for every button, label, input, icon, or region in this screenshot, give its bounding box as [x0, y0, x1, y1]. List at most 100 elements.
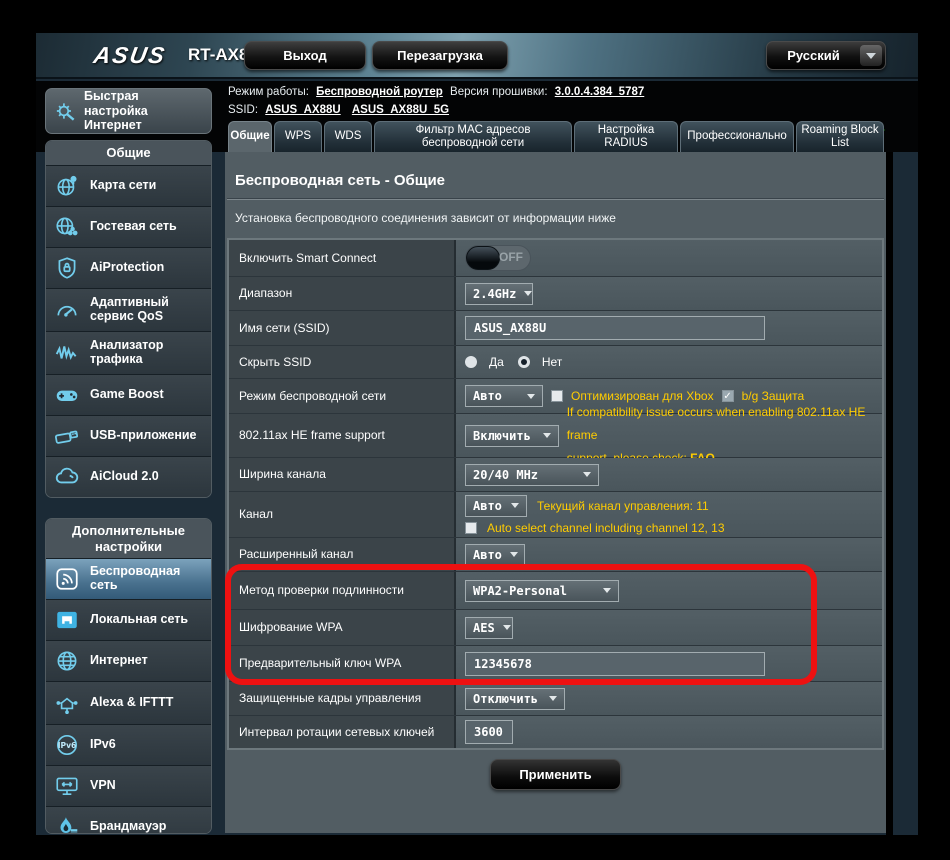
sidebar-item-usb-application[interactable]: USB-приложение — [46, 415, 211, 456]
sidebar-item-ipv6[interactable]: IPv6 IPv6 — [46, 724, 211, 765]
hide-ssid-no-radio[interactable] — [518, 356, 530, 368]
row-label: Имя сети (SSID) — [229, 311, 456, 345]
selected-value: Авто — [473, 389, 502, 403]
page-subtitle: Установка беспроводного соединения завис… — [235, 211, 876, 225]
auth-method-select[interactable]: WPA2-Personal — [465, 580, 619, 602]
tab-wds[interactable]: WDS — [324, 121, 372, 152]
auto-select-channel-checkbox[interactable] — [465, 522, 477, 534]
language-selector[interactable]: Русский — [766, 41, 886, 70]
tab-bar: Общие WPS WDS Фильтр MAC адресов беспров… — [228, 121, 884, 152]
guest-network-icon — [52, 214, 82, 240]
sidebar-item-vpn[interactable]: VPN — [46, 765, 211, 806]
sidebar-item-wan[interactable]: Интернет — [46, 640, 211, 681]
row-label: Метод проверки подлинности — [229, 572, 456, 609]
sidebar-item-label: Анализатор трафика — [90, 339, 205, 367]
quick-setup-label: Быстрая настройка Интернет — [84, 89, 205, 132]
ssid-label: SSID: — [228, 104, 258, 116]
reboot-button[interactable]: Перезагрузка — [372, 41, 508, 70]
sidebar-item-label: Беспроводная сеть — [90, 565, 205, 593]
logout-button[interactable]: Выход — [244, 41, 366, 70]
he-frame-select[interactable]: Включить — [465, 425, 559, 447]
table-row-channel: Канал Авто Текущий канал управления: 11 … — [229, 492, 882, 538]
dropdown-arrow-icon — [549, 696, 557, 701]
firmware-version-link[interactable]: 3.0.0.4.384_5787 — [555, 86, 645, 98]
auto-select-channel-label: Auto select channel including channel 12… — [487, 521, 725, 535]
sidebar-item-aicloud[interactable]: AiCloud 2.0 — [46, 456, 211, 497]
wireless-mode-select[interactable]: Авто — [465, 385, 543, 407]
wpa-encryption-select[interactable]: AES — [465, 617, 513, 639]
smart-connect-toggle[interactable]: OFF — [465, 245, 531, 271]
tab-mac-filter[interactable]: Фильтр MAC адресов беспроводной сети — [374, 121, 572, 152]
selected-value: 20/40 MHz — [473, 468, 538, 482]
wireless-general-page: Беспроводная сеть - Общие Установка бесп… — [225, 152, 886, 833]
row-label: Канал — [229, 492, 456, 537]
sidebar-item-label: Интернет — [90, 654, 148, 668]
table-row-wpa-encryption: Шифрование WPA AES — [229, 610, 882, 646]
tab-wps[interactable]: WPS — [274, 121, 322, 152]
sidebar-item-alexa-ifttt[interactable]: Alexa & IFTTT — [46, 681, 211, 724]
sidebar-item-label: AiProtection — [90, 261, 164, 275]
selected-value: Включить — [473, 429, 531, 443]
tab-roaming-block-list[interactable]: Roaming Block List — [796, 121, 884, 152]
sidebar-item-game-boost[interactable]: Game Boost — [46, 374, 211, 415]
page-title: Беспроводная сеть - Общие — [235, 172, 876, 189]
note-line-1: If compatibility issue occurs when enabl… — [567, 405, 866, 442]
toggle-knob — [466, 246, 500, 270]
gear-wrench-icon — [52, 98, 78, 124]
sidebar-item-wireless[interactable]: Беспроводная сеть — [46, 558, 211, 599]
ssid-24g-link[interactable]: ASUS_AX88U — [265, 104, 340, 116]
sidebar-item-qos[interactable]: Адаптивный сервис QoS — [46, 288, 211, 331]
hide-ssid-yes-radio[interactable] — [465, 356, 477, 368]
ssid-line: SSID: ASUS_AX88U ASUS_AX88U_5G — [228, 104, 453, 116]
extension-channel-select[interactable]: Авто — [465, 544, 525, 566]
selected-value: AES — [473, 621, 495, 635]
ipv6-icon: IPv6 — [52, 732, 82, 758]
sidebar-item-lan[interactable]: Локальная сеть — [46, 599, 211, 640]
channel-width-select[interactable]: 20/40 MHz — [465, 464, 599, 486]
dropdown-arrow-icon — [511, 503, 519, 508]
quick-internet-setup-button[interactable]: Быстрая настройка Интернет — [45, 88, 212, 134]
band-select[interactable]: 2.4GHz — [465, 283, 533, 305]
table-row-smart-connect: Включить Smart Connect OFF — [229, 240, 882, 277]
tab-professional[interactable]: Профессионально — [680, 121, 794, 152]
dropdown-arrow-icon — [510, 552, 518, 557]
selected-value: Отключить — [473, 692, 538, 706]
sidebar-item-guest-network[interactable]: Гостевая сеть — [46, 206, 211, 247]
content-edge-shadow — [886, 152, 893, 835]
sidebar-item-traffic-analyzer[interactable]: Анализатор трафика — [46, 331, 211, 374]
table-row-hide-ssid: Скрыть SSID Да Нет — [229, 346, 882, 379]
sidebar-item-network-map[interactable]: Карта сети — [46, 165, 211, 206]
table-row-channel-width: Ширина канала 20/40 MHz — [229, 458, 882, 492]
sidebar-item-label: Alexa & IFTTT — [90, 696, 173, 710]
table-row-pmf: Защищенные кадры управления Отключить — [229, 682, 882, 716]
xbox-optimized-checkbox[interactable] — [551, 390, 563, 402]
mode-firmware-line: Режим работы: Беспроводной роутер Версия… — [228, 86, 648, 98]
apply-button[interactable]: Применить — [490, 759, 620, 790]
dropdown-arrow-icon — [583, 472, 591, 477]
wpa-key-input[interactable] — [465, 652, 765, 676]
globe-icon — [52, 648, 82, 674]
rekey-interval-input[interactable] — [465, 720, 513, 744]
pmf-select[interactable]: Отключить — [465, 688, 565, 710]
divider — [227, 198, 884, 200]
ssid-input[interactable] — [465, 316, 765, 340]
waveform-icon — [52, 340, 82, 366]
sidebar-item-aiprotection[interactable]: AiProtection — [46, 247, 211, 288]
sidebar-group-title: Общие — [46, 141, 211, 165]
screenshot-frame: ASUS RT-AX88U Выход Перезагрузка Русский… — [0, 0, 950, 860]
operation-mode-link[interactable]: Беспроводной роутер — [316, 86, 443, 98]
radio-label: Да — [489, 355, 504, 369]
sidebar-group-advanced: Дополнительные настройки Беспроводная се… — [45, 518, 212, 834]
asus-logo: ASUS — [92, 42, 169, 69]
row-label: Интервал ротации сетевых ключей — [229, 716, 456, 748]
wireless-icon — [52, 566, 82, 592]
bg-protection-checkbox[interactable]: ✓ — [722, 390, 734, 402]
channel-select[interactable]: Авто — [465, 495, 527, 517]
ssid-5g-link[interactable]: ASUS_AX88U_5G — [352, 104, 449, 116]
sidebar-item-firewall[interactable]: Брандмауэр — [46, 806, 211, 834]
firewall-icon — [52, 814, 82, 834]
tab-radius[interactable]: Настройка RADIUS — [574, 121, 678, 152]
table-row-he-frame: 802.11ax HE frame support Включить If co… — [229, 414, 882, 458]
tab-general[interactable]: Общие — [228, 121, 272, 152]
dropdown-arrow-icon — [503, 625, 511, 630]
